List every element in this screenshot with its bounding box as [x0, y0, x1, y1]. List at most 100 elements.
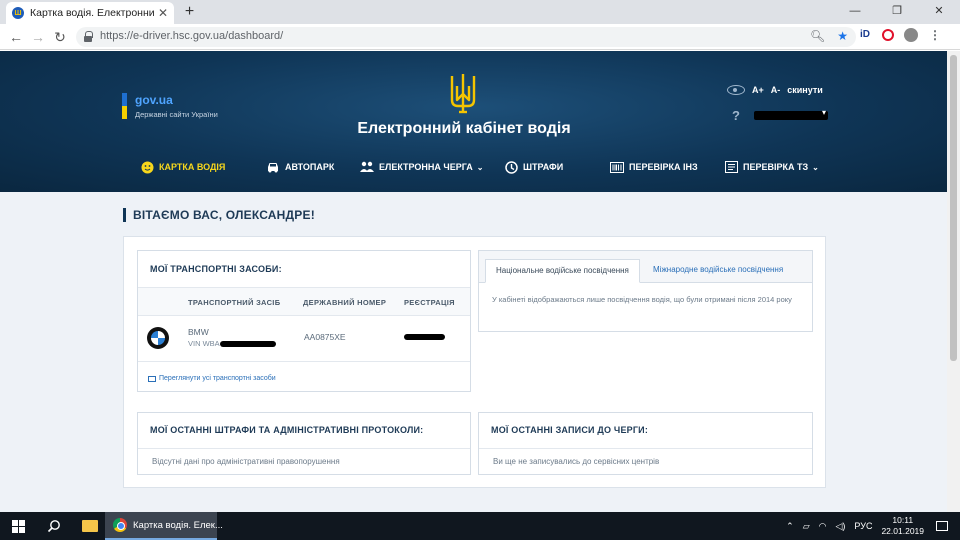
main-nav: КАРТКА ВОДІЯ АВТОПАРК ЕЛЕКТРОННА ЧЕРГА ⌄… — [140, 160, 824, 174]
network-icon[interactable]: ▱ — [803, 521, 810, 532]
vehicles-table-header: ТРАНСПОРТНИЙ ЗАСІБ ДЕРЖАВНИЙ НОМЕР РЕЄСТ… — [138, 288, 470, 316]
nav-item-driver-card[interactable]: КАРТКА ВОДІЯ — [140, 160, 266, 174]
redaction-bar — [219, 341, 276, 348]
restore-button[interactable]: ❐ — [876, 0, 918, 24]
vehicles-card: МОЇ ТРАНСПОРТНІ ЗАСОБИ: ТРАНСПОРТНИЙ ЗАС… — [137, 250, 471, 392]
bmw-logo-icon — [147, 327, 169, 349]
close-window-button[interactable]: ✕ — [918, 0, 960, 24]
vehicles-title: МОЇ ТРАНСПОРТНІ ЗАСОБИ: — [138, 251, 470, 288]
queue-title: МОЇ ОСТАННІ ЗАПИСИ ДО ЧЕРГИ: — [479, 413, 812, 449]
system-tray: ⌃ ▱ ◠ ◁) РУС 10:11 22.01.2019 — [786, 512, 960, 540]
clock-time: 10:11 — [892, 515, 914, 525]
queue-empty-text: Ви ще не записувались до сервісних центр… — [493, 457, 660, 466]
back-button[interactable]: ← — [6, 27, 26, 47]
file-explorer-button[interactable] — [72, 512, 108, 540]
font-decrease-button[interactable]: A- — [771, 85, 781, 95]
nav-item-fines[interactable]: ШТРАФИ — [504, 160, 610, 174]
main-content: ВІТАЄМО ВАС, ОЛЕКСАНДРЕ! МОЇ ТРАНСПОРТНІ… — [0, 192, 947, 512]
browser-menu-icon[interactable]: ⋮ — [928, 28, 942, 42]
list-icon — [148, 375, 156, 382]
licenses-info-text: У кабінеті відображаються лише посвідчен… — [492, 295, 792, 304]
search-icon — [47, 520, 60, 533]
eye-icon[interactable] — [727, 85, 745, 95]
url-text: https://e-driver.hsc.gov.ua/dashboard/ — [100, 30, 284, 42]
queue-icon — [360, 160, 374, 174]
ukraine-flag-icon — [122, 93, 127, 119]
vin-prefix: VIN WBA — [188, 339, 220, 348]
fines-card: МОЇ ОСТАННІ ШТРАФИ ТА АДМІНІСТРАТИВНІ ПР… — [137, 412, 471, 475]
chrome-icon — [113, 518, 127, 532]
nav-label: ПЕРЕВІРКА ІНЗ — [629, 162, 698, 172]
nav-label: ЕЛЕКТРОННА ЧЕРГА — [379, 162, 473, 172]
minimize-button[interactable]: — — [834, 0, 876, 24]
nav-item-e-queue[interactable]: ЕЛЕКТРОННА ЧЕРГА ⌄ — [360, 160, 504, 174]
document-icon — [724, 160, 738, 174]
greeting-heading: ВІТАЄМО ВАС, ОЛЕКСАНДРЕ! — [123, 208, 315, 222]
volume-icon[interactable]: ◁) — [836, 521, 846, 532]
gov-ua-logo[interactable]: gov.ua Державні сайти України — [122, 93, 218, 119]
id-extension-icon[interactable]: iD — [858, 28, 872, 42]
view-all-label: Переглянути усі транспортні засоби — [159, 375, 276, 382]
vehicle-plate: AA0875XE — [304, 332, 346, 342]
profile-avatar[interactable] — [904, 28, 918, 42]
language-indicator[interactable]: РУС — [854, 521, 872, 531]
trident-icon — [450, 74, 476, 114]
wifi-icon[interactable]: ◠ — [819, 521, 827, 532]
help-icon[interactable]: ? — [732, 108, 740, 123]
dashboard-panel: МОЇ ТРАНСПОРТНІ ЗАСОБИ: ТРАНСПОРТНИЙ ЗАС… — [123, 236, 826, 488]
windows-icon — [11, 519, 25, 533]
gov-ua-name: gov.ua — [135, 93, 173, 107]
reset-button[interactable]: скинути — [787, 85, 823, 95]
fines-title: МОЇ ОСТАННІ ШТРАФИ ТА АДМІНІСТРАТИВНІ ПР… — [138, 413, 470, 449]
nav-item-check-vehicle[interactable]: ПЕРЕВІРКА ТЗ ⌄ — [724, 160, 824, 174]
forward-button[interactable]: → — [28, 27, 48, 47]
queue-card: МОЇ ОСТАННІ ЗАПИСИ ДО ЧЕРГИ: Ви ще не за… — [478, 412, 813, 475]
licenses-card: Національне водійське посвідчення Міжнар… — [478, 250, 813, 332]
column-header: РЕЄСТРАЦІЯ — [404, 298, 455, 307]
view-all-vehicles-link[interactable]: Переглянути усі транспортні засоби — [148, 375, 276, 382]
licenses-tabs: Національне водійське посвідчення Міжнар… — [479, 251, 812, 283]
gov-ua-subtitle: Державні сайти України — [135, 110, 218, 119]
folder-icon — [82, 520, 98, 532]
address-bar[interactable]: https://e-driver.hsc.gov.ua/dashboard/ 🔍… — [76, 27, 856, 47]
column-header: ТРАНСПОРТНИЙ ЗАСІБ — [188, 298, 281, 307]
language-select[interactable] — [754, 108, 828, 120]
clock[interactable]: 10:11 22.01.2019 — [881, 515, 924, 537]
zoom-icon[interactable]: 🔍︎ — [810, 29, 825, 43]
browser-toolbar: ← → ↻ https://e-driver.hsc.gov.ua/dashbo… — [0, 24, 960, 50]
chevron-down-icon: ⌄ — [476, 162, 484, 172]
bookmark-star-icon[interactable]: ★ — [837, 29, 848, 43]
nav-label: ПЕРЕВІРКА ТЗ — [743, 162, 809, 172]
page-scrollbar[interactable] — [947, 51, 960, 512]
nav-item-check-insurance[interactable]: ПЕРЕВІРКА ІНЗ — [610, 160, 724, 174]
browser-titlebar: Ш Картка водія. Електронний кабінет воді… — [0, 0, 960, 24]
clock-date: 22.01.2019 — [881, 526, 924, 536]
taskbar: Картка водія. Елек... ⌃ ▱ ◠ ◁) РУС 10:11… — [0, 512, 960, 540]
search-button[interactable] — [36, 512, 72, 540]
redaction-bar — [404, 334, 445, 340]
nav-label: АВТОПАРК — [285, 162, 335, 172]
table-row[interactable]: BMW VIN WBA AA0875XE — [138, 317, 470, 362]
scrollbar-thumb[interactable] — [950, 55, 957, 361]
site-favicon-icon: Ш — [12, 7, 24, 19]
notifications-icon[interactable] — [936, 521, 948, 531]
tab-international-license[interactable]: Міжнародне водійське посвідчення — [643, 259, 793, 283]
reload-button[interactable]: ↻ — [50, 27, 70, 47]
barcode-icon — [610, 160, 624, 174]
tray-chevron-icon[interactable]: ⌃ — [786, 521, 794, 532]
new-tab-button[interactable]: + — [180, 3, 199, 22]
tab-title: Картка водія. Електронний кабінет водія — [30, 7, 154, 19]
taskbar-chrome-app[interactable]: Картка водія. Елек... — [105, 512, 223, 540]
face-icon — [140, 160, 154, 174]
opera-extension-icon[interactable] — [882, 29, 894, 41]
chevron-down-icon: ⌄ — [812, 162, 819, 172]
site-header: gov.ua Державні сайти України Електронни… — [0, 51, 947, 192]
nav-item-autopark[interactable]: АВТОПАРК — [266, 160, 360, 174]
tab-national-license[interactable]: Національне водійське посвідчення — [485, 259, 640, 283]
browser-tab[interactable]: Ш Картка водія. Електронний кабінет воді… — [6, 2, 174, 24]
font-increase-button[interactable]: A+ — [752, 85, 764, 95]
tab-close-icon[interactable]: ✕ — [158, 6, 168, 20]
start-button[interactable] — [0, 512, 36, 540]
taskbar-app-label: Картка водія. Елек... — [133, 519, 223, 531]
accessibility-controls: A+ A- скинути — [727, 85, 823, 95]
